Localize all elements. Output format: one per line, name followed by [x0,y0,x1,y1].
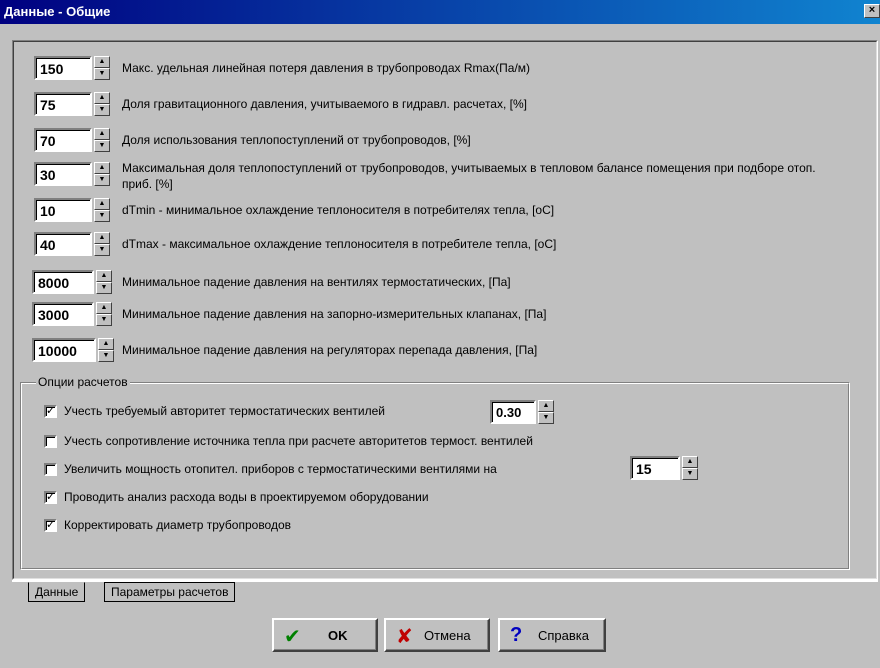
heatuse-input[interactable]: 70 [34,128,92,152]
tab-data[interactable]: Данные [28,582,86,602]
shutoff-valve-spinner[interactable]: ▲ ▼ [96,302,112,326]
spin-up-icon[interactable]: ▲ [94,128,110,140]
spin-up-icon[interactable]: ▲ [94,232,110,244]
spin-up-icon[interactable]: ▲ [538,400,554,412]
spin-up-icon[interactable]: ▲ [94,92,110,104]
help-label: Справка [538,628,589,643]
source-resistance-label[interactable]: Учесть сопротивление источника тепла при… [64,434,533,448]
window-title: Данные - Общие [4,4,111,19]
increase-power-spinner[interactable]: ▲ ▼ [682,456,698,480]
authority-label[interactable]: Учесть требуемый авторитет термостатичес… [64,404,385,418]
options-group-title: Опции расчетов [36,375,130,389]
tab-calc-params[interactable]: Параметры расчетов [104,582,236,602]
thermo-valve-label: Минимальное падение давления на вентилях… [122,275,511,289]
spin-up-icon[interactable]: ▲ [682,456,698,468]
question-icon: ? [510,624,523,646]
rmax-label: Макс. удельная линейная потеря давления … [122,61,531,75]
gravity-input[interactable]: 75 [34,92,92,116]
gravity-label: Доля гравитационного давления, учитываем… [122,97,527,111]
increase-power-label[interactable]: Увеличить мощность отопител. приборов с … [64,462,497,476]
water-analysis-label[interactable]: Проводить анализ расхода воды в проектир… [64,490,429,504]
close-button[interactable]: × [864,4,880,18]
dtmin-spinner[interactable]: ▲ ▼ [94,198,110,222]
ok-button[interactable]: ✔ OK [272,618,378,652]
spin-up-icon[interactable]: ▲ [96,302,112,314]
increase-power-input[interactable]: 15 [630,456,680,480]
heatuse-label: Доля использования теплопоступлений от т… [122,133,471,147]
dialog-window: Данные - Общие × 150 ▲ ▼ Макс. удельная л… [0,0,880,668]
source-resistance-checkbox[interactable] [44,435,57,448]
correct-diameter-checkbox[interactable]: ✓ [44,519,57,532]
regulator-label: Минимальное падение давления на регулято… [122,343,538,357]
heatbalance-label: Максимальная доля теплопоступлений от тр… [122,161,816,191]
dtmin-label: dTmin - минимальное охлаждение теплоноси… [122,203,555,217]
rmax-spinner[interactable]: ▲ ▼ [94,56,110,80]
cross-icon: ✘ [396,626,413,648]
cancel-label: Отмена [424,628,471,643]
spin-down-icon[interactable]: ▼ [538,412,554,424]
heatuse-spinner[interactable]: ▲ ▼ [94,128,110,152]
checkmark-icon: ✔ [284,626,301,648]
spin-down-icon[interactable]: ▼ [96,314,112,326]
shutoff-valve-label: Минимальное падение давления на запорно-… [122,307,547,321]
water-analysis-checkbox[interactable]: ✓ [44,491,57,504]
regulator-spinner[interactable]: ▲ ▼ [98,338,114,362]
spin-down-icon[interactable]: ▼ [94,174,110,186]
authority-checkbox[interactable]: ✓ [44,405,57,418]
authority-spinner[interactable]: ▲ ▼ [538,400,554,424]
spin-down-icon[interactable]: ▼ [682,468,698,480]
regulator-input[interactable]: 10000 [32,338,96,362]
spin-down-icon[interactable]: ▼ [94,244,110,256]
spin-up-icon[interactable]: ▲ [96,270,112,282]
shutoff-valve-input[interactable]: 3000 [32,302,94,326]
dtmax-label: dTmax - максимальное охлаждение теплонос… [122,237,557,251]
heatbalance-input[interactable]: 30 [34,162,92,186]
authority-input[interactable]: 0.30 [490,400,536,424]
spin-down-icon[interactable]: ▼ [94,104,110,116]
dtmin-input[interactable]: 10 [34,198,92,222]
correct-diameter-label[interactable]: Корректировать диаметр трубопроводов [64,518,291,532]
cancel-button[interactable]: ✘ Отмена [384,618,490,652]
spin-up-icon[interactable]: ▲ [94,56,110,68]
spin-down-icon[interactable]: ▼ [94,68,110,80]
spin-down-icon[interactable]: ▼ [94,140,110,152]
dtmax-input[interactable]: 40 [34,232,92,256]
thermo-valve-spinner[interactable]: ▲ ▼ [96,270,112,294]
spin-up-icon[interactable]: ▲ [94,162,110,174]
thermo-valve-input[interactable]: 8000 [32,270,94,294]
increase-power-checkbox[interactable] [44,463,57,476]
title-bar[interactable]: Данные - Общие × [0,0,880,24]
spin-up-icon[interactable]: ▲ [94,198,110,210]
spin-down-icon[interactable]: ▼ [98,350,114,362]
gravity-spinner[interactable]: ▲ ▼ [94,92,110,116]
spin-down-icon[interactable]: ▼ [94,210,110,222]
spin-up-icon[interactable]: ▲ [98,338,114,350]
dtmax-spinner[interactable]: ▲ ▼ [94,232,110,256]
rmax-input[interactable]: 150 [34,56,92,80]
heatbalance-spinner[interactable]: ▲ ▼ [94,162,110,186]
ok-label: OK [328,628,348,643]
help-button[interactable]: ? Справка [498,618,606,652]
spin-down-icon[interactable]: ▼ [96,282,112,294]
